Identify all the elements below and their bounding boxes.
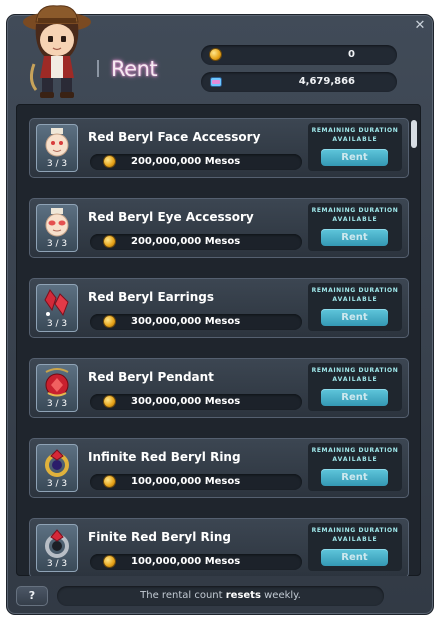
item-name: Finite Red Beryl Ring (88, 530, 231, 544)
availability-status: AVAILABLE (332, 216, 378, 223)
maple-point-balance-value: 4,679,866 (298, 76, 355, 87)
rental-status-panel: REMAINING DURATION AVAILABLE Rent (308, 363, 402, 411)
meso-coin-icon (210, 49, 221, 60)
list-scrollbar[interactable] (411, 116, 417, 576)
remaining-duration-label: REMAINING DURATION (311, 287, 399, 294)
item-price: 300,000,000 Mesos (131, 396, 241, 407)
rental-item-card: 3 / 3 Infinite Red Beryl Ring 100,000,00… (29, 438, 409, 498)
item-slot[interactable]: 3 / 3 (36, 364, 78, 412)
item-price-bar: 200,000,000 Mesos (90, 154, 302, 170)
remaining-duration-label: REMAINING DURATION (311, 527, 399, 534)
remaining-duration-label: REMAINING DURATION (311, 367, 399, 374)
item-name: Red Beryl Eye Accessory (88, 210, 254, 224)
item-price-bar: 300,000,000 Mesos (90, 394, 302, 410)
character-avatar (23, 5, 91, 98)
rental-count: 3 / 3 (46, 319, 68, 329)
maple-point-icon (210, 77, 222, 87)
item-slot[interactable]: 3 / 3 (36, 204, 78, 252)
availability-status: AVAILABLE (332, 296, 378, 303)
footer-notice: The rental count resets weekly. (57, 586, 384, 606)
earrings-icon (44, 289, 69, 317)
finite-ring-icon (45, 529, 69, 558)
item-price: 200,000,000 Mesos (131, 236, 241, 247)
item-price-bar: 100,000,000 Mesos (90, 474, 302, 490)
rent-button[interactable]: Rent (321, 389, 388, 406)
rental-count: 3 / 3 (46, 239, 68, 249)
rental-status-panel: REMAINING DURATION AVAILABLE Rent (308, 203, 402, 251)
rental-item-card: 3 / 3 Finite Red Beryl Ring 100,000,000 … (29, 518, 409, 576)
infinite-ring-icon (45, 449, 69, 477)
item-price: 300,000,000 Mesos (131, 316, 241, 327)
item-slot[interactable]: 3 / 3 (36, 524, 78, 572)
face-accessory-icon (45, 128, 69, 157)
scroll-thumb[interactable] (411, 120, 417, 148)
item-name: Infinite Red Beryl Ring (88, 450, 241, 464)
meso-coin-icon (104, 396, 115, 407)
item-name: Red Beryl Earrings (88, 290, 214, 304)
meso-balance-value: 0 (348, 49, 355, 60)
footer-text-start: The rental count (140, 590, 223, 601)
rental-status-panel: REMAINING DURATION AVAILABLE Rent (308, 283, 402, 331)
item-price-bar: 100,000,000 Mesos (90, 554, 302, 570)
maple-point-balance-bar: 4,679,866 (201, 72, 397, 92)
meso-coin-icon (104, 236, 115, 247)
rental-item-card: 3 / 3 Red Beryl Pendant 300,000,000 Meso… (29, 358, 409, 418)
rent-button[interactable]: Rent (321, 309, 388, 326)
item-slot[interactable]: 3 / 3 (36, 444, 78, 492)
availability-status: AVAILABLE (332, 136, 378, 143)
help-button[interactable]: ? (16, 586, 48, 606)
rent-button[interactable]: Rent (321, 229, 388, 246)
rental-status-panel: REMAINING DURATION AVAILABLE Rent (308, 523, 402, 571)
remaining-duration-label: REMAINING DURATION (311, 447, 399, 454)
remaining-duration-label: REMAINING DURATION (311, 207, 399, 214)
close-icon[interactable]: ✕ (413, 19, 427, 33)
meso-coin-icon (104, 556, 115, 567)
rental-count: 3 / 3 (46, 479, 68, 489)
rental-item-card: 3 / 3 Red Beryl Face Accessory 200,000,0… (29, 118, 409, 178)
item-price: 200,000,000 Mesos (131, 156, 241, 167)
footer-text-end: weekly. (264, 590, 301, 601)
rental-item-card: 3 / 3 Red Beryl Eye Accessory 200,000,00… (29, 198, 409, 258)
rental-item-list: 3 / 3 Red Beryl Face Accessory 200,000,0… (16, 104, 421, 576)
availability-status: AVAILABLE (332, 376, 378, 383)
availability-status: AVAILABLE (332, 536, 378, 543)
availability-status: AVAILABLE (332, 456, 378, 463)
item-name: Red Beryl Face Accessory (88, 130, 261, 144)
meso-coin-icon (104, 156, 115, 167)
rent-button[interactable]: Rent (321, 469, 388, 486)
rental-count: 3 / 3 (46, 159, 68, 169)
pendant-icon (45, 368, 69, 397)
item-price: 100,000,000 Mesos (131, 556, 241, 567)
rental-status-panel: REMAINING DURATION AVAILABLE Rent (308, 443, 402, 491)
remaining-duration-label: REMAINING DURATION (311, 127, 399, 134)
rent-button[interactable]: Rent (321, 549, 388, 566)
rental-item-card: 3 / 3 Red Beryl Earrings 300,000,000 Mes… (29, 278, 409, 338)
item-price: 100,000,000 Mesos (131, 476, 241, 487)
footer-text-emphasis: resets (225, 590, 261, 601)
window-title: Rent (111, 57, 158, 81)
rental-count: 3 / 3 (46, 399, 68, 409)
item-price-bar: 200,000,000 Mesos (90, 234, 302, 250)
item-slot[interactable]: 3 / 3 (36, 124, 78, 172)
item-price-bar: 300,000,000 Mesos (90, 314, 302, 330)
title-divider (97, 60, 99, 77)
meso-coin-icon (104, 476, 115, 487)
rental-count: 3 / 3 (46, 559, 68, 569)
eye-accessory-icon (45, 208, 69, 237)
item-name: Red Beryl Pendant (88, 370, 214, 384)
meso-coin-icon (104, 316, 115, 327)
rent-button[interactable]: Rent (321, 149, 388, 166)
meso-balance-bar: 0 (201, 45, 397, 65)
rental-status-panel: REMAINING DURATION AVAILABLE Rent (308, 123, 402, 171)
item-slot[interactable]: 3 / 3 (36, 284, 78, 332)
